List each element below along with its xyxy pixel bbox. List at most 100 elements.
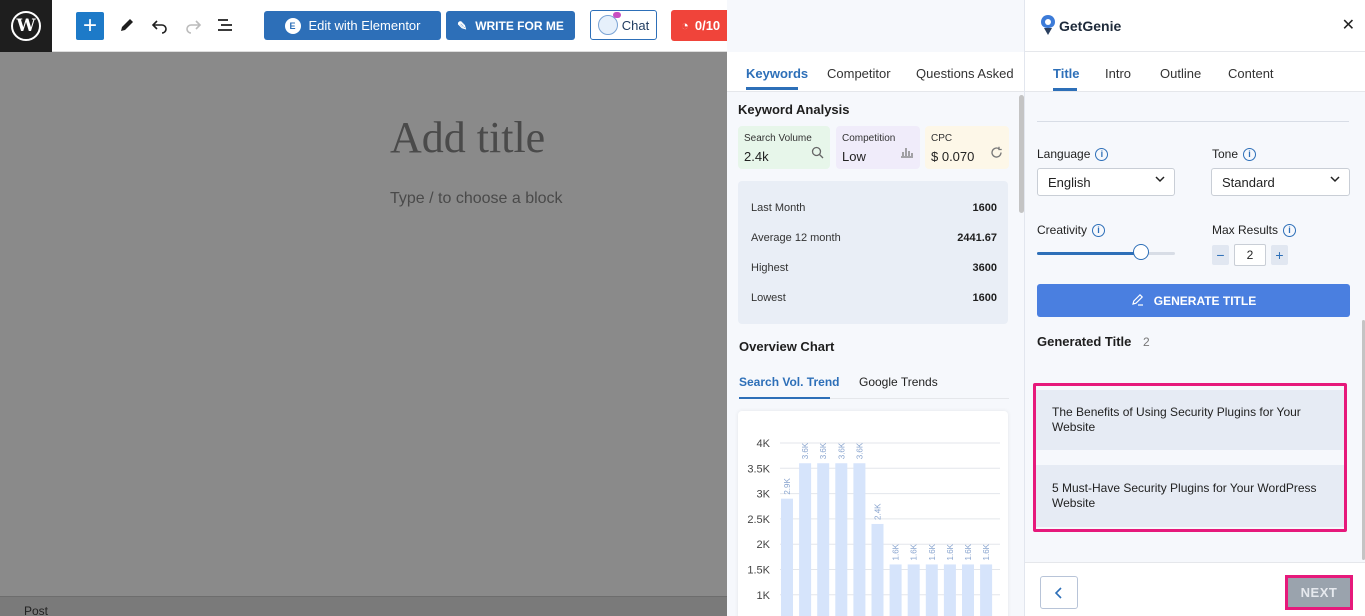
list-view-icon[interactable] (214, 14, 236, 36)
metric-value: $ 0.070 (931, 149, 975, 164)
chat-button[interactable]: Chat (590, 10, 657, 40)
tab-search-vol-trend[interactable]: Search Vol. Trend (739, 375, 839, 389)
cpc-card: CPC $ 0.070 (925, 126, 1009, 169)
chart-bar[interactable] (962, 564, 974, 616)
keywords-tabs: Keywords Competitor Questions Asked (727, 52, 1024, 92)
slider-thumb[interactable] (1132, 244, 1149, 260)
generate-title-label: GENERATE TITLE (1153, 293, 1257, 308)
getgenie-tabs: Title Intro Outline Content (1025, 52, 1365, 92)
search-volume-chart: 4K 3.5K 3K 2.5K 2K 1.5K 1K 2.9K 3.6K 3.6K 3.6K 3.6K… (738, 411, 1008, 616)
creativity-label-text: Creativity (1037, 223, 1088, 237)
bar-data-label: 1.6K (910, 543, 919, 560)
getgenie-logo-icon (1041, 15, 1055, 35)
stat-label: Last Month (751, 202, 806, 214)
generated-title-heading: Generated Title (1037, 334, 1132, 349)
add-block-button[interactable]: + (76, 12, 104, 40)
generated-title-card[interactable]: The Benefits of Using Security Plugins f… (1036, 390, 1344, 450)
chart-bar[interactable] (980, 564, 993, 616)
slider-fill (1037, 252, 1141, 255)
language-value: English (1048, 174, 1091, 190)
chart-bar[interactable] (817, 463, 830, 616)
generated-title-text: The Benefits of Using Security Plugins f… (1052, 405, 1301, 434)
max-results-input[interactable]: 2 (1234, 244, 1266, 266)
chart-bar[interactable] (799, 463, 812, 616)
increment-button[interactable]: + (1271, 245, 1288, 265)
search-volume-card: Search Volume 2.4k (738, 126, 830, 169)
getgenie-header: GetGenie ✕ (1025, 0, 1365, 52)
tab-keywords[interactable]: Keywords (746, 66, 808, 81)
getgenie-footer: NEXT (1025, 562, 1365, 616)
divider (1037, 121, 1349, 122)
getgenie-brand: GetGenie (1059, 18, 1122, 34)
metric-label: Search Volume (744, 133, 812, 144)
status-label[interactable]: Post (24, 604, 48, 616)
info-icon[interactable]: i (1243, 147, 1257, 161)
active-tab-indicator (746, 87, 798, 90)
bar-data-label: 1.6K (946, 543, 955, 560)
generated-title-card[interactable]: 5 Must-Have Security Plugins for Your Wo… (1036, 465, 1344, 527)
overview-chart-title: Overview Chart (739, 339, 835, 354)
undo-icon[interactable] (149, 14, 171, 36)
y-tick-label: 3.5K (747, 463, 770, 475)
write-for-me-label: WRITE FOR ME (475, 18, 564, 33)
stat-row: Last Month 1600 (751, 202, 997, 214)
y-tick-label: 4K (757, 438, 771, 450)
info-icon[interactable]: i (1283, 223, 1297, 237)
chart-bar[interactable] (925, 564, 938, 616)
chart-bar[interactable] (889, 564, 902, 616)
chart-bar[interactable] (853, 463, 866, 616)
tone-value: Standard (1222, 174, 1275, 190)
tab-content[interactable]: Content (1228, 66, 1274, 81)
tab-title[interactable]: Title (1053, 66, 1080, 81)
chart-bar[interactable] (781, 498, 793, 616)
editor-canvas: Add title Type / to choose a block (0, 52, 727, 616)
bar-data-label: 3.6K (855, 442, 864, 459)
chart-bar[interactable] (871, 523, 884, 616)
search-icon (811, 146, 824, 162)
redo-icon[interactable] (182, 14, 204, 36)
tab-competitor[interactable]: Competitor (827, 66, 891, 81)
tone-select[interactable]: Standard (1211, 168, 1350, 196)
pencil-icon[interactable] (116, 14, 138, 36)
scrollbar[interactable] (1019, 95, 1024, 213)
chat-label: Chat (621, 17, 650, 33)
bar-data-label: 1.6K (928, 543, 937, 560)
chevron-down-icon (1154, 173, 1166, 188)
bar-chart-icon (900, 146, 914, 161)
editor-status-bar: Post (0, 596, 727, 616)
block-hint[interactable]: Type / to choose a block (390, 190, 563, 208)
post-title-placeholder[interactable]: Add title (390, 112, 545, 163)
bar-data-label: 2.9K (783, 478, 792, 495)
info-icon[interactable]: i (1092, 223, 1106, 237)
language-select[interactable]: English (1037, 168, 1175, 196)
stat-row: Lowest 1600 (751, 292, 997, 304)
chart-bar[interactable] (907, 564, 920, 616)
keywords-panel: Keywords Competitor Questions Asked Keyw… (727, 0, 1025, 616)
decrement-button[interactable]: − (1212, 245, 1229, 265)
pen-icon: ✎ (457, 18, 468, 33)
usage-limit-button[interactable]: ◔ 0/10 (671, 10, 727, 41)
usage-limit-label: 0/10 (694, 18, 721, 33)
metric-label: CPC (931, 133, 953, 144)
next-button[interactable]: NEXT (1285, 575, 1353, 610)
creativity-slider[interactable] (1037, 252, 1175, 255)
wordpress-logo-icon[interactable]: W (0, 0, 52, 52)
stat-label: Lowest (751, 292, 786, 304)
tab-questions-asked[interactable]: Questions Asked (916, 66, 1014, 81)
tab-outline[interactable]: Outline (1160, 66, 1201, 81)
stat-value: 1600 (972, 292, 997, 304)
back-button[interactable] (1040, 576, 1078, 609)
edit-with-elementor-button[interactable]: E Edit with Elementor (264, 11, 441, 40)
competition-card: Competition Low (836, 126, 920, 169)
chatbot-icon (597, 12, 621, 35)
stat-value: 3600 (972, 262, 997, 274)
chart-bar[interactable] (943, 564, 956, 616)
write-for-me-button[interactable]: ✎ WRITE FOR ME (446, 11, 575, 40)
info-icon[interactable]: i (1095, 147, 1109, 161)
close-icon[interactable]: ✕ (1342, 15, 1355, 35)
generate-title-button[interactable]: GENERATE TITLE (1037, 284, 1350, 317)
tab-intro[interactable]: Intro (1105, 66, 1131, 81)
tab-google-trends[interactable]: Google Trends (859, 375, 938, 389)
chart-bar[interactable] (835, 463, 848, 616)
refresh-icon (990, 146, 1003, 162)
